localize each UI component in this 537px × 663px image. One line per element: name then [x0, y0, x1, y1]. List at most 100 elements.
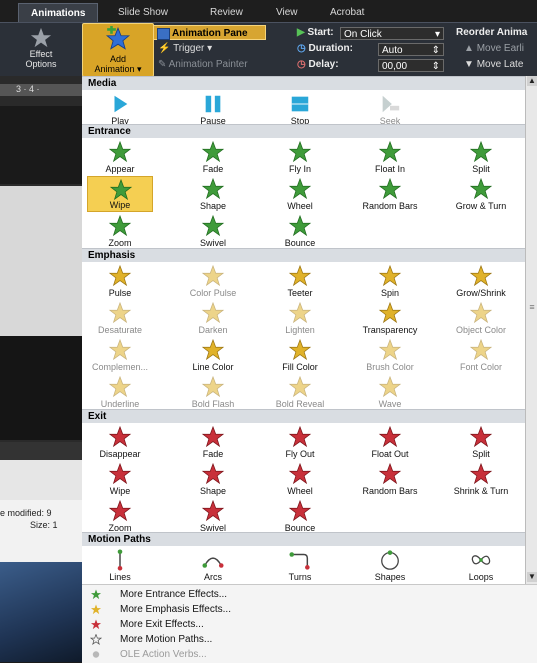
tab-review[interactable]: Review: [210, 3, 243, 22]
emphasis-spin-effect[interactable]: Spin: [357, 263, 423, 299]
exit-shrink-turn-effect[interactable]: Shrink & Turn: [448, 461, 514, 497]
entrance-wheel-effect[interactable]: Wheel: [267, 176, 333, 212]
bold-flash-icon: [201, 375, 225, 398]
scroll-up-icon[interactable]: ▲: [527, 76, 537, 86]
status-strip: [0, 442, 82, 460]
emphasis-grow-shrink-effect[interactable]: Grow/Shrink: [448, 263, 514, 299]
exit-fly-out-effect[interactable]: Fly Out: [267, 424, 333, 460]
chevron-down-icon: ▾: [207, 43, 213, 54]
slide-thumb-top[interactable]: [0, 106, 82, 184]
exit-swivel-effect[interactable]: Swivel: [180, 498, 246, 534]
effect-label: Fly In: [288, 164, 311, 174]
exit-float-out-effect[interactable]: Float Out: [357, 424, 423, 460]
entrance-wipe-effect[interactable]: Wipe: [87, 176, 153, 212]
add-animation-label-1: Add: [109, 54, 126, 64]
disappear-icon: [108, 425, 132, 448]
trigger-button[interactable]: ⚡ Trigger ▾: [158, 43, 212, 54]
motion-arcs-effect[interactable]: Arcs: [180, 547, 246, 583]
duration-stepper[interactable]: Auto ⇕: [378, 43, 444, 56]
exit-disappear-effect[interactable]: Disappear: [87, 424, 153, 460]
exit-zoom-effect[interactable]: Zoom: [87, 498, 153, 534]
entrance-fly-in-effect[interactable]: Fly In: [267, 139, 333, 175]
effect-label: Disappear: [99, 449, 141, 459]
emphasis-fill-color-effect[interactable]: Fill Color: [267, 337, 333, 373]
random-bars-icon: [378, 177, 402, 200]
motion-loops-effect[interactable]: Loops: [448, 547, 514, 583]
move-earlier-button[interactable]: ▲ Move Earli: [464, 43, 524, 54]
entrance-fade-effect[interactable]: Fade: [180, 139, 246, 175]
grip-icon[interactable]: ≡: [527, 302, 537, 312]
duration-value: Auto: [382, 45, 403, 56]
exit-fade-effect[interactable]: Fade: [180, 424, 246, 460]
effect-options-button[interactable]: Effect Options: [4, 25, 78, 73]
emphasis-teeter-effect[interactable]: Teeter: [267, 263, 333, 299]
exit-bounce-effect[interactable]: Bounce: [267, 498, 333, 534]
gallery-scrollbar[interactable]: ▲ ≡ ▼: [525, 76, 537, 584]
emphasis-lighten-effect[interactable]: Lighten: [267, 300, 333, 336]
exit-random-bars-effect[interactable]: Random Bars: [357, 461, 423, 497]
bounce-icon: [288, 499, 312, 522]
slide-canvas[interactable]: [0, 186, 82, 336]
entrance-swivel-effect[interactable]: Swivel: [180, 213, 246, 249]
motion-shapes-effect[interactable]: Shapes: [357, 547, 423, 583]
turns-icon: [288, 549, 312, 571]
more-emphasis-effects[interactable]: More Emphasis Effects...: [82, 602, 537, 617]
emphasis-font-color-effect[interactable]: Font Color: [448, 337, 514, 373]
tab-slide-show[interactable]: Slide Show: [118, 3, 168, 22]
entrance-zoom-effect[interactable]: Zoom: [87, 213, 153, 249]
emphasis-line-color-effect[interactable]: Line Color: [180, 337, 246, 373]
exit-shape-effect[interactable]: Shape: [180, 461, 246, 497]
tab-acrobat[interactable]: Acrobat: [330, 3, 364, 22]
motion-lines-effect[interactable]: Lines: [87, 547, 153, 583]
emphasis-color-pulse-effect[interactable]: Color Pulse: [180, 263, 246, 299]
effect-options-label-1: Effect: [29, 49, 53, 59]
tab-view[interactable]: View: [276, 3, 298, 22]
tab-animations[interactable]: Animations: [18, 3, 99, 23]
spinner-icon: ⇕: [431, 61, 440, 72]
emphasis-pulse-effect[interactable]: Pulse: [87, 263, 153, 299]
delay-stepper[interactable]: 00,00 ⇕: [378, 59, 444, 72]
exit-split-effect[interactable]: Split: [448, 424, 514, 460]
emphasis-brush-color-effect[interactable]: Brush Color: [357, 337, 423, 373]
more-exit-effects[interactable]: More Exit Effects...: [82, 617, 537, 632]
emphasis-underline-effect[interactable]: Underline: [87, 374, 153, 410]
entrance-shape-effect[interactable]: Shape: [180, 176, 246, 212]
media-seek-effect[interactable]: Seek: [357, 91, 423, 127]
emphasis-bold-reveal-effect[interactable]: Bold Reveal: [267, 374, 333, 410]
add-animation-button[interactable]: Add Animation ▾: [82, 23, 154, 77]
emphasis-object-color-effect[interactable]: Object Color: [448, 300, 514, 336]
fade-icon: [201, 425, 225, 448]
category-motion: Motion Paths: [82, 532, 525, 546]
animation-painter-button[interactable]: ✎ Animation Painter: [158, 59, 248, 70]
entrance-bounce-effect[interactable]: Bounce: [267, 213, 333, 249]
grow-turn-icon: [469, 177, 493, 200]
effect-label: Line Color: [192, 362, 234, 372]
start-select[interactable]: On Click ▾: [340, 27, 444, 40]
move-later-button[interactable]: ▼ Move Late: [464, 59, 523, 70]
entrance-split-effect[interactable]: Split: [448, 139, 514, 175]
emphasis-bold-flash-effect[interactable]: Bold Flash: [180, 374, 246, 410]
scroll-down-icon[interactable]: ▼: [527, 572, 537, 582]
lighten-icon: [288, 301, 312, 324]
more-entrance-effects[interactable]: More Entrance Effects...: [82, 587, 537, 602]
entrance-float-in-effect[interactable]: Float In: [357, 139, 423, 175]
emphasis-complemen-effect[interactable]: Complemen...: [87, 337, 153, 373]
media-stop-effect[interactable]: Stop: [267, 91, 333, 127]
entrance-appear-effect[interactable]: Appear: [87, 139, 153, 175]
exit-wheel-effect[interactable]: Wheel: [267, 461, 333, 497]
shapes-icon: [378, 549, 402, 571]
emphasis-desaturate-effect[interactable]: Desaturate: [87, 300, 153, 336]
emphasis-darken-effect[interactable]: Darken: [180, 300, 246, 336]
media-pause-effect[interactable]: Pause: [180, 91, 246, 127]
effect-label: Turns: [288, 572, 312, 582]
motion-turns-effect[interactable]: Turns: [267, 547, 333, 583]
media-play-effect[interactable]: Play: [87, 91, 153, 127]
entrance-grow-turn-effect[interactable]: Grow & Turn: [448, 176, 514, 212]
more-motion-paths[interactable]: More Motion Paths...: [82, 632, 537, 647]
animation-pane-button[interactable]: Animation Pane: [153, 25, 266, 40]
emphasis-wave-effect[interactable]: Wave: [357, 374, 423, 410]
entrance-random-bars-effect[interactable]: Random Bars: [357, 176, 423, 212]
exit-wipe-effect[interactable]: Wipe: [87, 461, 153, 497]
pane-icon: [157, 28, 170, 40]
emphasis-transparency-effect[interactable]: Transparency: [357, 300, 423, 336]
